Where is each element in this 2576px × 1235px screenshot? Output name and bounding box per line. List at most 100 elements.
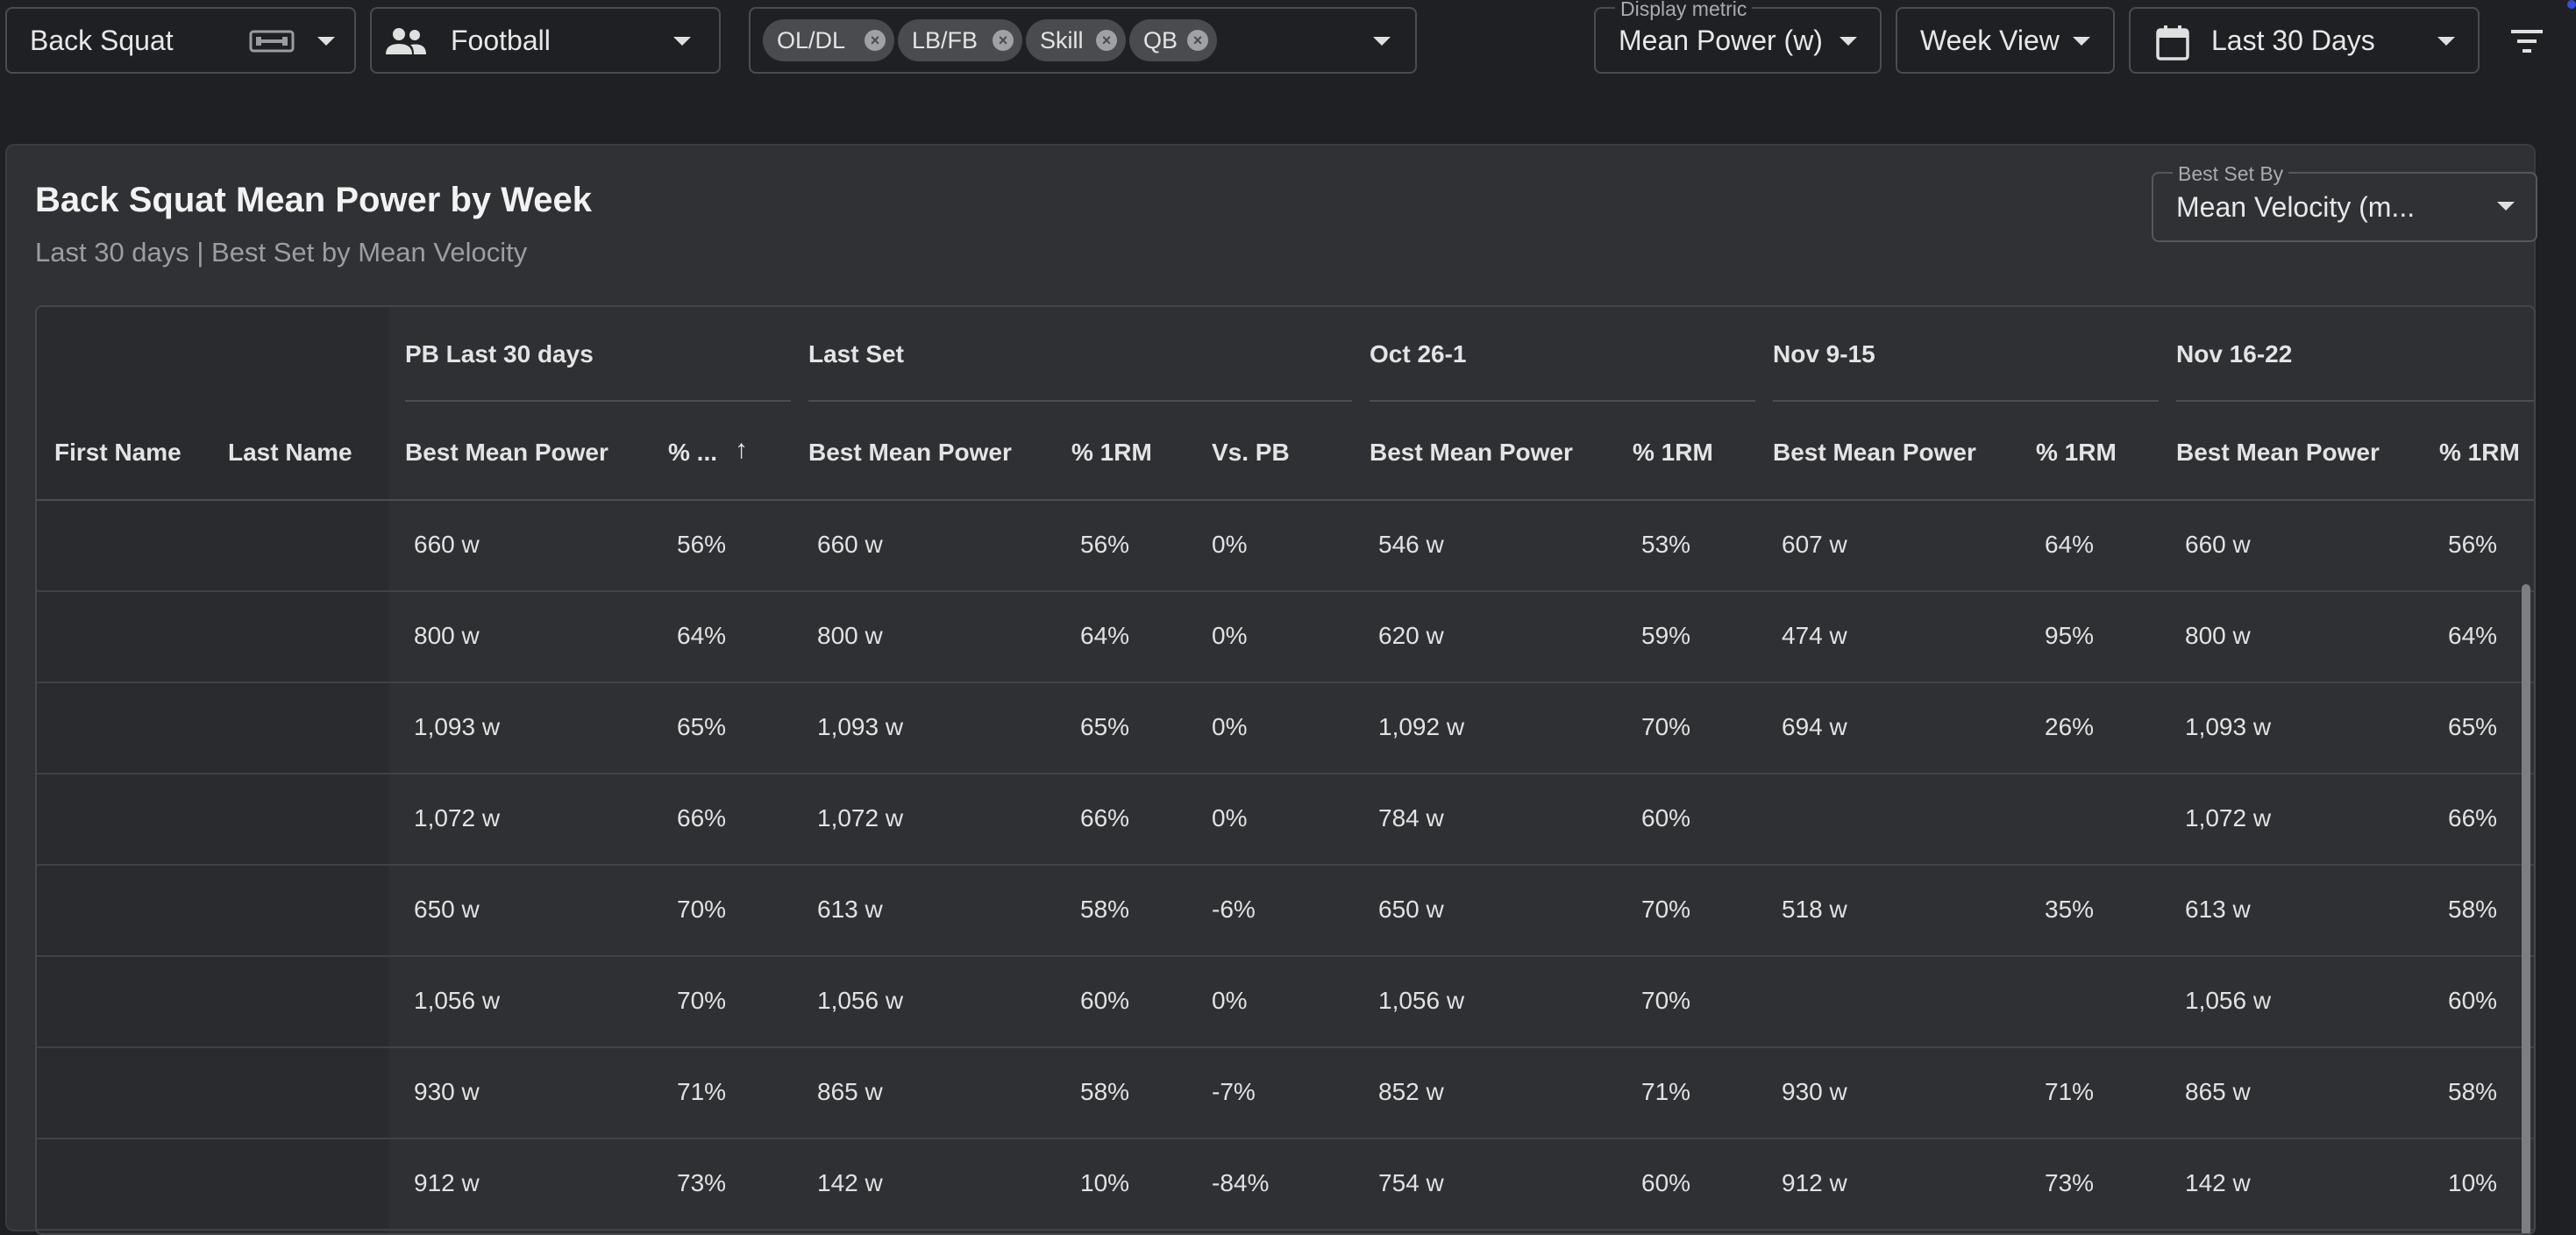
header-week3-percent-1rm[interactable]: % 1RM [2439, 439, 2520, 467]
header-pb-best-mean-power[interactable]: Best Mean Power [405, 439, 608, 467]
cell-w3-pct: 60% [2448, 987, 2498, 1014]
close-icon[interactable]: × [1096, 30, 1117, 51]
header-last-set-percent-1rm[interactable]: % 1RM [1071, 439, 1152, 467]
cell-last-pct: 66% [1080, 804, 1130, 832]
cell-w3-pct: 58% [2448, 1078, 2498, 1105]
group-header-week-2: Nov 9-15 [1773, 340, 1875, 368]
cell-w3-power: 613 w [2185, 896, 2251, 923]
header-last-set-vs-pb[interactable]: Vs. PB [1212, 439, 1290, 467]
table-row[interactable]: 1,093 w 65% 1,093 w 65% 0% 1,092 w 70% 6… [37, 683, 2534, 775]
cell-w1-pct: 60% [1641, 1169, 1691, 1196]
cell-pb-pct: 65% [677, 713, 727, 740]
chevron-down-icon [317, 37, 335, 46]
chevron-down-icon [1839, 37, 1857, 46]
group-multiselect[interactable]: OL/DL × LB/FB × Skill × QB × [749, 7, 1417, 74]
sort-ascending-icon[interactable]: ↑ [735, 435, 748, 465]
cell-w3-power: 1,093 w [2185, 713, 2272, 740]
group-chip-lbfb[interactable]: LB/FB × [898, 19, 1022, 61]
close-icon[interactable]: × [993, 30, 1014, 51]
cell-last-vspb: 0% [1212, 713, 1248, 740]
exercise-select[interactable]: Back Squat [5, 7, 356, 74]
cell-last-vspb: -84% [1212, 1169, 1270, 1196]
cell-pb-power: 800 w [414, 622, 480, 649]
group-header-last-set: Last Set [808, 340, 904, 368]
table-row[interactable]: 1,072 w 66% 1,072 w 66% 0% 784 w 60% 1,0… [37, 775, 2534, 866]
header-pb-percent-1rm[interactable]: % ... [668, 439, 717, 467]
cell-w2-pct: 64% [2045, 531, 2095, 558]
chevron-down-icon [2073, 37, 2090, 46]
cell-w3-pct: 65% [2448, 713, 2498, 740]
cell-pb-power: 930 w [414, 1078, 480, 1105]
cell-w1-pct: 70% [1641, 987, 1691, 1014]
cell-w3-pct: 66% [2448, 804, 2498, 832]
display-metric-label: Display metric [1615, 0, 1753, 19]
cell-w1-power: 546 w [1378, 531, 1444, 558]
cell-w1-power: 620 w [1378, 622, 1444, 649]
cell-w1-power: 1,092 w [1378, 713, 1465, 740]
barbell-icon [249, 28, 295, 59]
chevron-down-icon [673, 37, 691, 46]
cell-pb-power: 1,072 w [414, 804, 501, 832]
group-chip-label: LB/FB [912, 26, 978, 54]
view-select[interactable]: Week View [1896, 7, 2115, 74]
display-metric-value: Mean Power (w) [1619, 24, 1823, 56]
cell-pb-pct: 56% [677, 531, 727, 558]
cell-pb-power: 660 w [414, 531, 480, 558]
cell-last-vspb: -7% [1212, 1078, 1256, 1105]
cell-last-power: 865 w [817, 1078, 883, 1105]
chevron-down-icon [2437, 37, 2455, 46]
cell-w2-power: 912 w [1782, 1169, 1847, 1196]
cell-w2-pct: 71% [2045, 1078, 2095, 1105]
team-select[interactable]: Football [370, 7, 721, 74]
cell-w2-pct: 35% [2045, 896, 2095, 923]
group-chip-skill[interactable]: Skill × [1026, 19, 1126, 61]
table-row[interactable]: 1,056 w 70% 1,056 w 60% 0% 1,056 w 70% 1… [37, 957, 2534, 1048]
cell-w1-pct: 70% [1641, 713, 1691, 740]
notification-dot [2567, 0, 2576, 9]
date-range-value: Last 30 Days [2211, 24, 2375, 56]
cell-w1-pct: 53% [1641, 531, 1691, 558]
cell-w2-pct: 73% [2045, 1169, 2095, 1196]
header-first-name[interactable]: First Name [54, 439, 181, 467]
cell-pb-power: 912 w [414, 1169, 480, 1196]
table-row[interactable]: 800 w 64% 800 w 64% 0% 620 w 59% 474 w 9… [37, 592, 2534, 683]
table-row[interactable]: 930 w 71% 865 w 58% -7% 852 w 71% 930 w … [37, 1048, 2534, 1139]
table-row[interactable]: 912 w 73% 142 w 10% -84% 754 w 60% 912 w… [37, 1139, 2534, 1231]
date-range-select[interactable]: Last 30 Days [2129, 7, 2480, 74]
display-metric-select[interactable]: Display metric Mean Power (w) [1594, 0, 1882, 74]
cell-pb-pct: 70% [677, 987, 727, 1014]
group-divider [2176, 400, 2534, 402]
cell-w3-power: 800 w [2185, 622, 2251, 649]
cell-w1-pct: 59% [1641, 622, 1691, 649]
header-week1-best-mean-power[interactable]: Best Mean Power [1370, 439, 1573, 467]
header-week2-best-mean-power[interactable]: Best Mean Power [1773, 439, 1976, 467]
cell-last-power: 613 w [817, 896, 883, 923]
cell-w3-pct: 10% [2448, 1169, 2498, 1196]
cell-w3-pct: 56% [2448, 531, 2498, 558]
filter-icon[interactable] [2509, 28, 2544, 59]
group-chip-qb[interactable]: QB × [1129, 19, 1217, 61]
cell-w1-pct: 71% [1641, 1078, 1691, 1105]
cell-w1-power: 1,056 w [1378, 987, 1465, 1014]
header-last-set-best-mean-power[interactable]: Best Mean Power [808, 439, 1012, 467]
header-week2-percent-1rm[interactable]: % 1RM [2036, 439, 2117, 467]
chevron-down-icon [2497, 202, 2515, 211]
best-set-select[interactable]: Best Set By Mean Velocity (m... [2152, 163, 2537, 242]
header-last-name[interactable]: Last Name [228, 439, 352, 467]
table-row[interactable]: 650 w 70% 613 w 58% -6% 650 w 70% 518 w … [37, 866, 2534, 957]
exercise-value: Back Squat [30, 24, 174, 56]
group-chip-label: Skill [1040, 26, 1084, 54]
table-row[interactable]: 660 w 56% 660 w 56% 0% 546 w 53% 607 w 6… [37, 501, 2534, 592]
cell-last-power: 142 w [817, 1169, 883, 1196]
group-chip-oldl[interactable]: OL/DL × [763, 19, 894, 61]
close-icon[interactable]: × [865, 30, 886, 51]
cell-w2-pct: 26% [2045, 713, 2095, 740]
header-week3-best-mean-power[interactable]: Best Mean Power [2176, 439, 2380, 467]
close-icon[interactable]: × [1187, 30, 1208, 51]
vertical-scrollbar[interactable] [2522, 584, 2530, 1233]
cell-last-power: 1,072 w [817, 804, 904, 832]
cell-last-power: 1,093 w [817, 713, 904, 740]
cell-w2-power: 518 w [1782, 896, 1847, 923]
cell-w2-power: 930 w [1782, 1078, 1847, 1105]
header-week1-percent-1rm[interactable]: % 1RM [1633, 439, 1713, 467]
